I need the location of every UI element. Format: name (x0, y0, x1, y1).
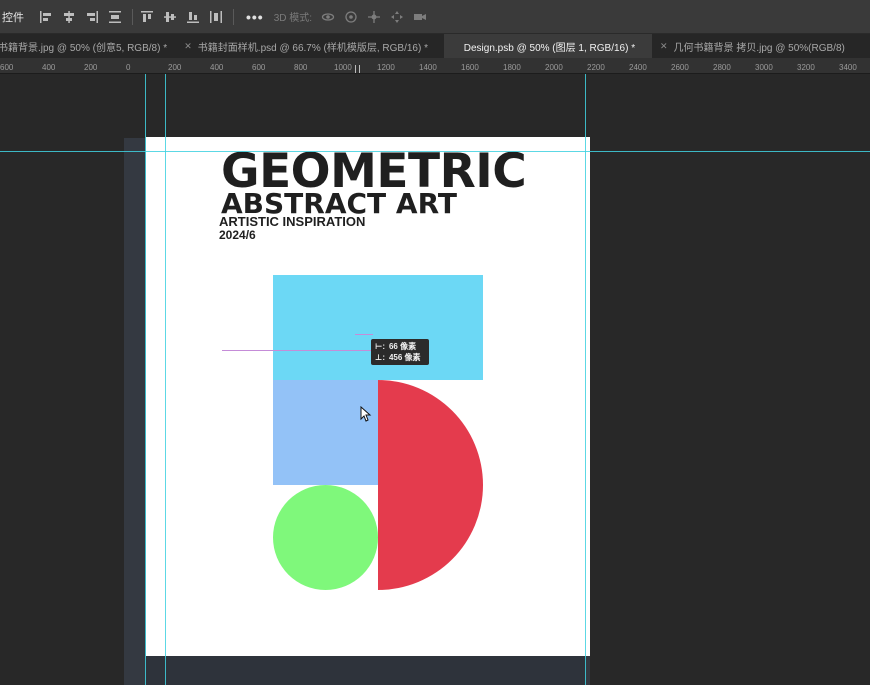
tab-label: 几何书籍背景 拷贝.jpg @ 50%(RGB/8) (673, 42, 845, 54)
width-icon: ⊢: (375, 342, 385, 351)
ruler-label: 200 (168, 63, 182, 72)
ruler-label: 3000 (755, 63, 773, 72)
move-cursor-icon (360, 405, 372, 427)
canvas-bottom-overflow (146, 656, 586, 685)
subtitle-artistic-inspiration: ARTISTIC INSPIRATION (219, 214, 366, 229)
distribute-v-icon[interactable] (208, 9, 224, 25)
ruler-label: 200 (84, 63, 98, 72)
align-right-icon[interactable] (84, 9, 100, 25)
green-circle-shape[interactable] (273, 485, 378, 590)
blue-square-shape[interactable] (273, 380, 378, 485)
ruler-label: 600 (252, 63, 266, 72)
smart-guide-tick (355, 334, 373, 335)
ruler-label: 3200 (797, 63, 815, 72)
toolbar-divider (132, 8, 133, 25)
tab-label: 书籍背景.jpg @ 50% (创意5, RGB/8) * (0, 42, 168, 54)
ruler-label: 2400 (629, 63, 647, 72)
align-bottom-icon[interactable] (185, 9, 201, 25)
horizontal-ruler[interactable]: 600 400 200 0 200 400 600 800 1000 1200 … (0, 58, 870, 74)
height-icon: ⊥: (375, 353, 385, 362)
toolbar-divider (233, 8, 234, 25)
pan-3d-icon[interactable] (366, 9, 382, 25)
horizontal-guide[interactable] (0, 151, 870, 152)
tab-label: 书籍封面样机.psd @ 66.7% (样机模版层, RGB/16) * (197, 42, 428, 54)
ruler-label: 0 (126, 63, 131, 72)
options-bar: 控件 ••• 3D 模式: (0, 0, 870, 34)
ruler-label: 1200 (377, 63, 395, 72)
camera-3d-icon[interactable] (412, 9, 428, 25)
ruler-label: 1600 (461, 63, 479, 72)
close-tab-icon[interactable]: ✕ (660, 41, 668, 52)
ruler-label: 800 (294, 63, 308, 72)
ruler-cursor-marker (355, 65, 356, 73)
close-tab-icon[interactable]: ✕ (184, 41, 192, 52)
width-value: 66 像素 (388, 342, 417, 351)
ruler-label: 600 (0, 63, 14, 72)
mode-3d-label: 3D 模式: (273, 13, 313, 24)
roll-3d-icon[interactable] (343, 9, 359, 25)
ruler-label: 3400 (839, 63, 857, 72)
distribute-h-icon[interactable] (107, 9, 123, 25)
align-left-icon[interactable] (38, 9, 54, 25)
tab-geometric-bg-copy[interactable]: ✕ 几何书籍背景 拷贝.jpg @ 50%(RGB/8) (652, 34, 870, 58)
smart-guide-line (222, 350, 372, 351)
red-half-circle-shape[interactable] (378, 380, 483, 590)
tab-design[interactable]: Design.psb @ 50% (图层 1, RGB/16) * (443, 34, 652, 58)
more-options-button[interactable]: ••• (246, 9, 264, 25)
vertical-guide[interactable] (165, 74, 166, 685)
ruler-label: 1400 (419, 63, 437, 72)
tab-label: Design.psb @ 50% (图层 1, RGB/16) * (463, 42, 636, 54)
ruler-label: 400 (210, 63, 224, 72)
ruler-label: 1000 (334, 63, 352, 72)
vertical-guide[interactable] (145, 74, 146, 685)
ruler-label: 400 (42, 63, 56, 72)
height-value: 456 像素 (388, 353, 421, 362)
ruler-label: 2800 (713, 63, 731, 72)
tab-book-cover-mockup[interactable]: ✕ 书籍封面样机.psd @ 66.7% (样机模版层, RGB/16) * (184, 34, 444, 58)
vertical-guide[interactable] (585, 74, 586, 685)
orbit-3d-icon[interactable] (320, 9, 336, 25)
align-hcenter-icon[interactable] (61, 9, 77, 25)
tab-book-background[interactable]: 书籍背景.jpg @ 50% (创意5, RGB/8) * (0, 34, 184, 58)
date-label: 2024/6 (219, 228, 256, 242)
document-canvas[interactable]: GEOMETRIC ABSTRACT ART ARTISTIC INSPIRAT… (146, 137, 590, 656)
measurement-tooltip: ⊢: 66 像素 ⊥: 456 像素 (371, 339, 429, 365)
ruler-label: 1800 (503, 63, 521, 72)
ruler-label: 2600 (671, 63, 689, 72)
document-tabs: 书籍背景.jpg @ 50% (创意5, RGB/8) * ✕ 书籍封面样机.p… (0, 34, 870, 58)
align-top-icon[interactable] (139, 9, 155, 25)
ruler-label: 2000 (545, 63, 563, 72)
slide-3d-icon[interactable] (389, 9, 405, 25)
align-vcenter-icon[interactable] (162, 9, 178, 25)
ruler-cursor-marker (359, 65, 360, 73)
ruler-label: 2200 (587, 63, 605, 72)
controls-label: 控件 (2, 11, 24, 24)
